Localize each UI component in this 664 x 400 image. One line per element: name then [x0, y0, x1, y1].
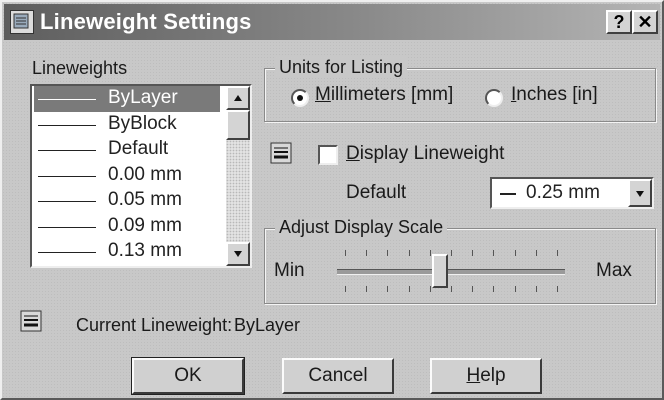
- slider-tick: [514, 286, 516, 292]
- slider-tick: [451, 286, 452, 292]
- slider-tick: [493, 250, 495, 256]
- display-scale-slider-track[interactable]: [337, 269, 565, 275]
- slider-tick: [345, 286, 346, 292]
- lineweight-list-item[interactable]: ByBlock: [34, 112, 220, 138]
- slider-tick: [472, 286, 474, 292]
- default-lineweight-value: 0.25 mm: [526, 182, 600, 203]
- lineweight-sample-line: [38, 201, 96, 202]
- lineweight-item-label: ByBlock: [108, 112, 177, 134]
- default-label: Default: [346, 182, 407, 203]
- lineweight-list-item[interactable]: 0.05 mm: [34, 188, 220, 214]
- scroll-up-button[interactable]: [226, 86, 250, 110]
- default-lineweight-swatch: [500, 193, 516, 195]
- lineweight-list-item[interactable]: ByLayer: [34, 86, 220, 112]
- help-mnemonic: H: [466, 365, 481, 386]
- chevron-down-icon[interactable]: [628, 179, 652, 207]
- inches-radio[interactable]: [485, 89, 503, 107]
- inches-label[interactable]: Inches [in]: [511, 84, 598, 106]
- display-mnemonic: D: [346, 143, 360, 164]
- slider-tick: [535, 286, 537, 292]
- lineweight-sample-line: [38, 252, 96, 253]
- cancel-button[interactable]: Cancel: [282, 358, 394, 394]
- default-lineweight-dropdown[interactable]: 0.25 mm: [490, 177, 654, 209]
- lineweight-sample-line: [38, 175, 96, 177]
- current-lineweight-label: Current Lineweight:: [76, 315, 233, 335]
- display-lineweight-checkbox[interactable]: [318, 145, 338, 165]
- lineweight-sample-line: [38, 99, 96, 100]
- slider-tick: [514, 250, 516, 256]
- slider-tick: [535, 250, 537, 256]
- millimeters-radio[interactable]: [291, 89, 309, 107]
- units-group-title: Units for Listing: [275, 57, 408, 78]
- scale-min-label: Min: [274, 260, 305, 281]
- lineweight-item-label: ByLayer: [108, 87, 178, 108]
- slider-tick: [472, 250, 474, 256]
- lineweight-item-label: 0.13 mm: [108, 240, 182, 261]
- slider-tick: [451, 250, 452, 256]
- lineweight-sample-line: [38, 124, 96, 126]
- app-icon: [10, 10, 34, 34]
- lineweight-item-label: 0.00 mm: [108, 163, 182, 185]
- units-group: Units for Listing Millimeters [mm] Inche…: [264, 57, 656, 122]
- millimeters-mnemonic: M: [315, 84, 331, 105]
- slider-tick: [387, 250, 389, 256]
- help-button[interactable]: Help: [430, 358, 542, 394]
- lineweight-list-item[interactable]: 0.13 mm: [34, 239, 220, 265]
- lineweights-scrollbar[interactable]: [226, 86, 250, 266]
- scroll-down-button[interactable]: [226, 242, 250, 266]
- slider-tick: [366, 250, 368, 256]
- ok-button[interactable]: OK: [131, 357, 245, 395]
- lineweights-label: Lineweights: [32, 58, 128, 78]
- lineweights-listbox[interactable]: ByLayer ByBlock Default 0.00 mm 0.05 mm 0.09 …: [30, 84, 252, 268]
- slider-tick: [387, 286, 389, 292]
- lineweight-item-label: Default: [108, 138, 169, 159]
- lineweight-item-label: 0.09 mm: [108, 214, 182, 236]
- lineweight-settings-dialog: Lineweight Settings ? ✕ Lineweights ByLa…: [0, 0, 664, 400]
- display-scale-slider-thumb[interactable]: [431, 254, 448, 288]
- slider-tick: [408, 286, 410, 292]
- scroll-thumb[interactable]: [226, 110, 250, 140]
- millimeters-label[interactable]: Millimeters [mm]: [315, 84, 453, 106]
- inches-label-text: nches [in]: [516, 84, 598, 105]
- slider-tick: [493, 286, 495, 292]
- current-lineweight-value: ByLayer: [234, 315, 301, 335]
- slider-tick: [345, 250, 346, 256]
- display-scale-title: Adjust Display Scale: [275, 217, 448, 238]
- help-button-text: elp: [480, 365, 506, 386]
- millimeters-label-text: illimeters [mm]: [330, 84, 454, 105]
- lineweight-list-item[interactable]: 0.00 mm: [34, 163, 220, 189]
- lineweight-list-item[interactable]: 0.09 mm: [34, 214, 220, 240]
- window-title: Lineweight Settings: [40, 9, 252, 34]
- lineweight-sample-line: [38, 150, 96, 151]
- display-lineweight-text: isplay Lineweight: [359, 143, 505, 164]
- help-title-button[interactable]: ?: [606, 10, 632, 34]
- slider-tick: [366, 286, 368, 292]
- slider-tick: [408, 250, 410, 256]
- lineweight-list-item[interactable]: Default: [34, 137, 220, 163]
- lineweight-sample-line: [38, 226, 96, 228]
- display-lineweight-label[interactable]: Display Lineweight: [346, 143, 504, 165]
- lineweight-item-label: 0.05 mm: [108, 189, 182, 210]
- title-bar[interactable]: Lineweight Settings ? ✕: [4, 4, 660, 40]
- current-lineweight-icon: [20, 310, 42, 332]
- slider-tick: [557, 286, 558, 292]
- display-lineweight-icon: [270, 142, 292, 164]
- scale-max-label: Max: [596, 260, 632, 281]
- close-button[interactable]: ✕: [632, 10, 658, 34]
- slider-tick: [557, 250, 558, 256]
